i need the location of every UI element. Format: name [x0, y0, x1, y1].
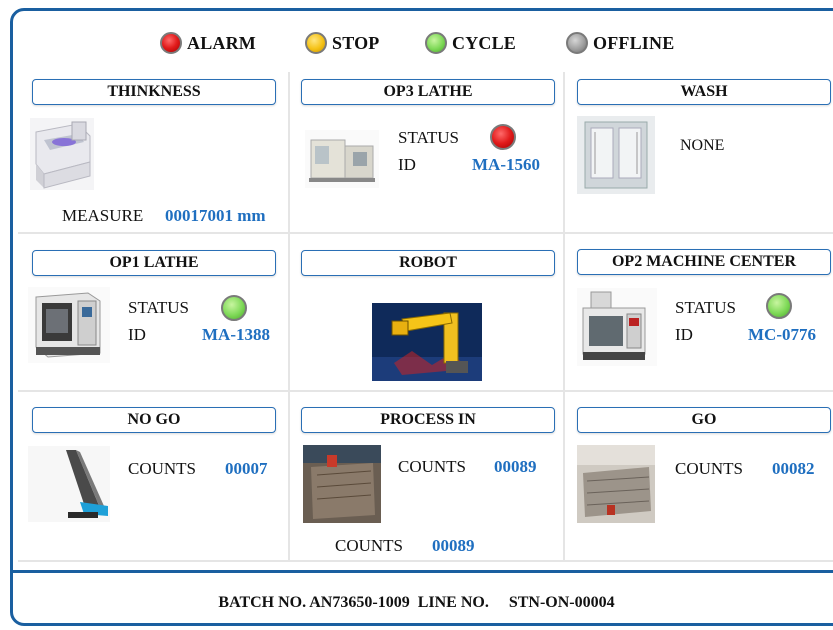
process-in-counts2-value: 00089: [432, 536, 475, 555]
op2-machine-center-image: [577, 288, 657, 366]
op3-status-alarm-icon: [490, 124, 516, 150]
op3-lathe-image: [305, 130, 379, 188]
legend-offline: OFFLINE: [566, 32, 674, 54]
grid-divider: [18, 560, 833, 562]
legend-label: OFFLINE: [593, 32, 675, 53]
op1-lathe-title[interactable]: OP1 LATHE: [32, 250, 276, 276]
op3-id-label: ID: [398, 155, 416, 174]
line-label: LINE NO.: [417, 594, 489, 611]
op3-lathe-title[interactable]: OP3 LATHE: [301, 79, 555, 105]
legend-label: CYCLE: [452, 32, 517, 53]
process-in-counts2-label: COUNTS: [335, 536, 404, 555]
measuring-machine-image: [30, 118, 94, 190]
no-go-counts-value: 00007: [225, 459, 268, 478]
op1-id-value: MA-1388: [202, 325, 270, 344]
op2-id-label: ID: [675, 325, 693, 344]
legend-label: STOP: [332, 32, 380, 53]
op1-status-label: STATUS: [128, 298, 189, 317]
process-in-counts-label: COUNTS: [398, 457, 467, 476]
go-conveyor-image: [577, 445, 655, 523]
batch-footer: BATCH NO. AN73650-1009 LINE NO. STN-ON-0…: [0, 594, 833, 612]
no-go-counts-label: COUNTS: [128, 459, 197, 478]
op1-status-cycle-icon: [221, 295, 247, 321]
op3-status-label: STATUS: [398, 128, 459, 147]
op1-lathe-image: [28, 287, 110, 363]
op1-id-label: ID: [128, 325, 146, 344]
offline-indicator-icon: [566, 32, 588, 54]
wash-station-image: [577, 116, 655, 194]
op2-machine-center-title[interactable]: OP2 MACHINE CENTER: [577, 249, 831, 275]
grid-divider: [18, 232, 833, 234]
batch-value: AN73650-1009: [309, 594, 410, 611]
wash-title[interactable]: WASH: [577, 79, 831, 105]
process-in-title[interactable]: PROCESS IN: [301, 407, 555, 433]
robot-arm-image: [372, 303, 482, 381]
op2-id-value: MC-0776: [748, 325, 816, 344]
legend-alarm: ALARM: [160, 32, 256, 54]
legend-label: ALARM: [187, 32, 256, 53]
legend-stop: STOP: [305, 32, 380, 54]
status-legend: ALARM STOP CYCLE OFFLINE: [0, 32, 833, 60]
process-in-conveyor-image: [303, 445, 381, 523]
op3-id-value: MA-1560: [472, 155, 540, 174]
wash-none-text: NONE: [680, 137, 725, 154]
batch-label: BATCH NO.: [218, 594, 307, 611]
op2-status-cycle-icon: [766, 293, 792, 319]
grid-divider: [18, 390, 833, 392]
go-title[interactable]: GO: [577, 407, 831, 433]
go-counts-value: 00082: [772, 459, 815, 478]
grid-divider: [288, 72, 290, 560]
legend-cycle: CYCLE: [425, 32, 516, 54]
process-in-counts-value: 00089: [494, 457, 537, 476]
stop-indicator-icon: [305, 32, 327, 54]
robot-title[interactable]: ROBOT: [301, 250, 555, 276]
grid-divider: [563, 72, 565, 560]
go-counts-label: COUNTS: [675, 459, 744, 478]
op2-status-label: STATUS: [675, 298, 736, 317]
alarm-indicator-icon: [160, 32, 182, 54]
no-go-title[interactable]: NO GO: [32, 407, 276, 433]
line-value: STN-ON-00004: [508, 594, 615, 611]
measure-label: MEASURE: [62, 206, 144, 225]
no-go-conveyor-image: [28, 446, 110, 522]
thinkness-title[interactable]: THINKNESS: [32, 79, 276, 105]
footer-divider: [10, 570, 833, 573]
cycle-indicator-icon: [425, 32, 447, 54]
measure-value: 00017001 mm: [165, 206, 266, 225]
